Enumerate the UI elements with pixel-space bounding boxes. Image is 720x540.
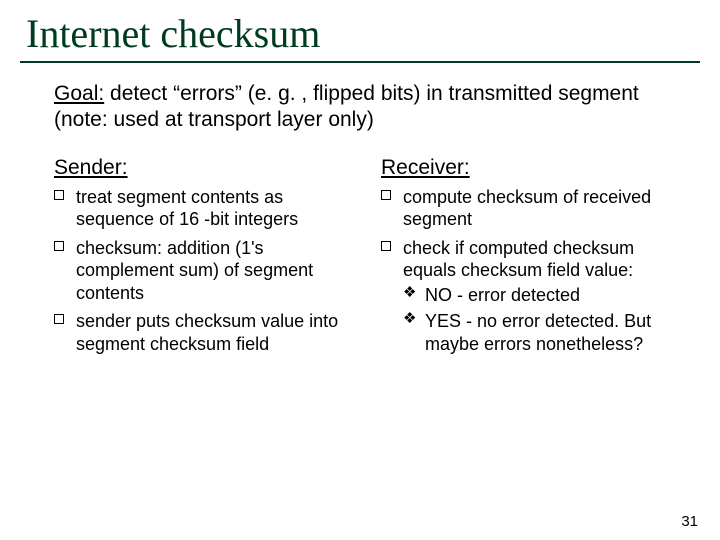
slide-title: Internet checksum [0,0,720,61]
goal-paragraph: Goal: detect “errors” (e. g. , flipped b… [0,81,720,134]
title-rule [20,61,700,63]
columns: Sender: treat segment contents as sequen… [0,156,720,362]
receiver-list: compute checksum of received segment che… [381,186,684,356]
goal-label: Goal: [54,82,104,105]
list-item: YES - no error detected. But maybe error… [403,310,684,355]
page-number: 31 [681,513,698,530]
goal-text: detect “errors” (e. g. , flipped bits) i… [54,82,639,131]
sender-list: treat segment contents as sequence of 16… [54,186,357,356]
list-item: compute checksum of received segment [381,186,684,231]
list-item: NO - error detected [403,284,684,307]
sender-column: Sender: treat segment contents as sequen… [54,156,357,362]
list-item: treat segment contents as sequence of 16… [54,186,357,231]
list-item: sender puts checksum value into segment … [54,310,357,355]
list-item-text: check if computed checksum equals checks… [403,238,634,281]
sender-heading: Sender: [54,156,357,180]
receiver-column: Receiver: compute checksum of received s… [381,156,684,362]
list-item: check if computed checksum equals checks… [381,237,684,356]
receiver-sublist: NO - error detected YES - no error detec… [403,284,684,356]
receiver-heading: Receiver: [381,156,684,180]
list-item: checksum: addition (1's complement sum) … [54,237,357,305]
